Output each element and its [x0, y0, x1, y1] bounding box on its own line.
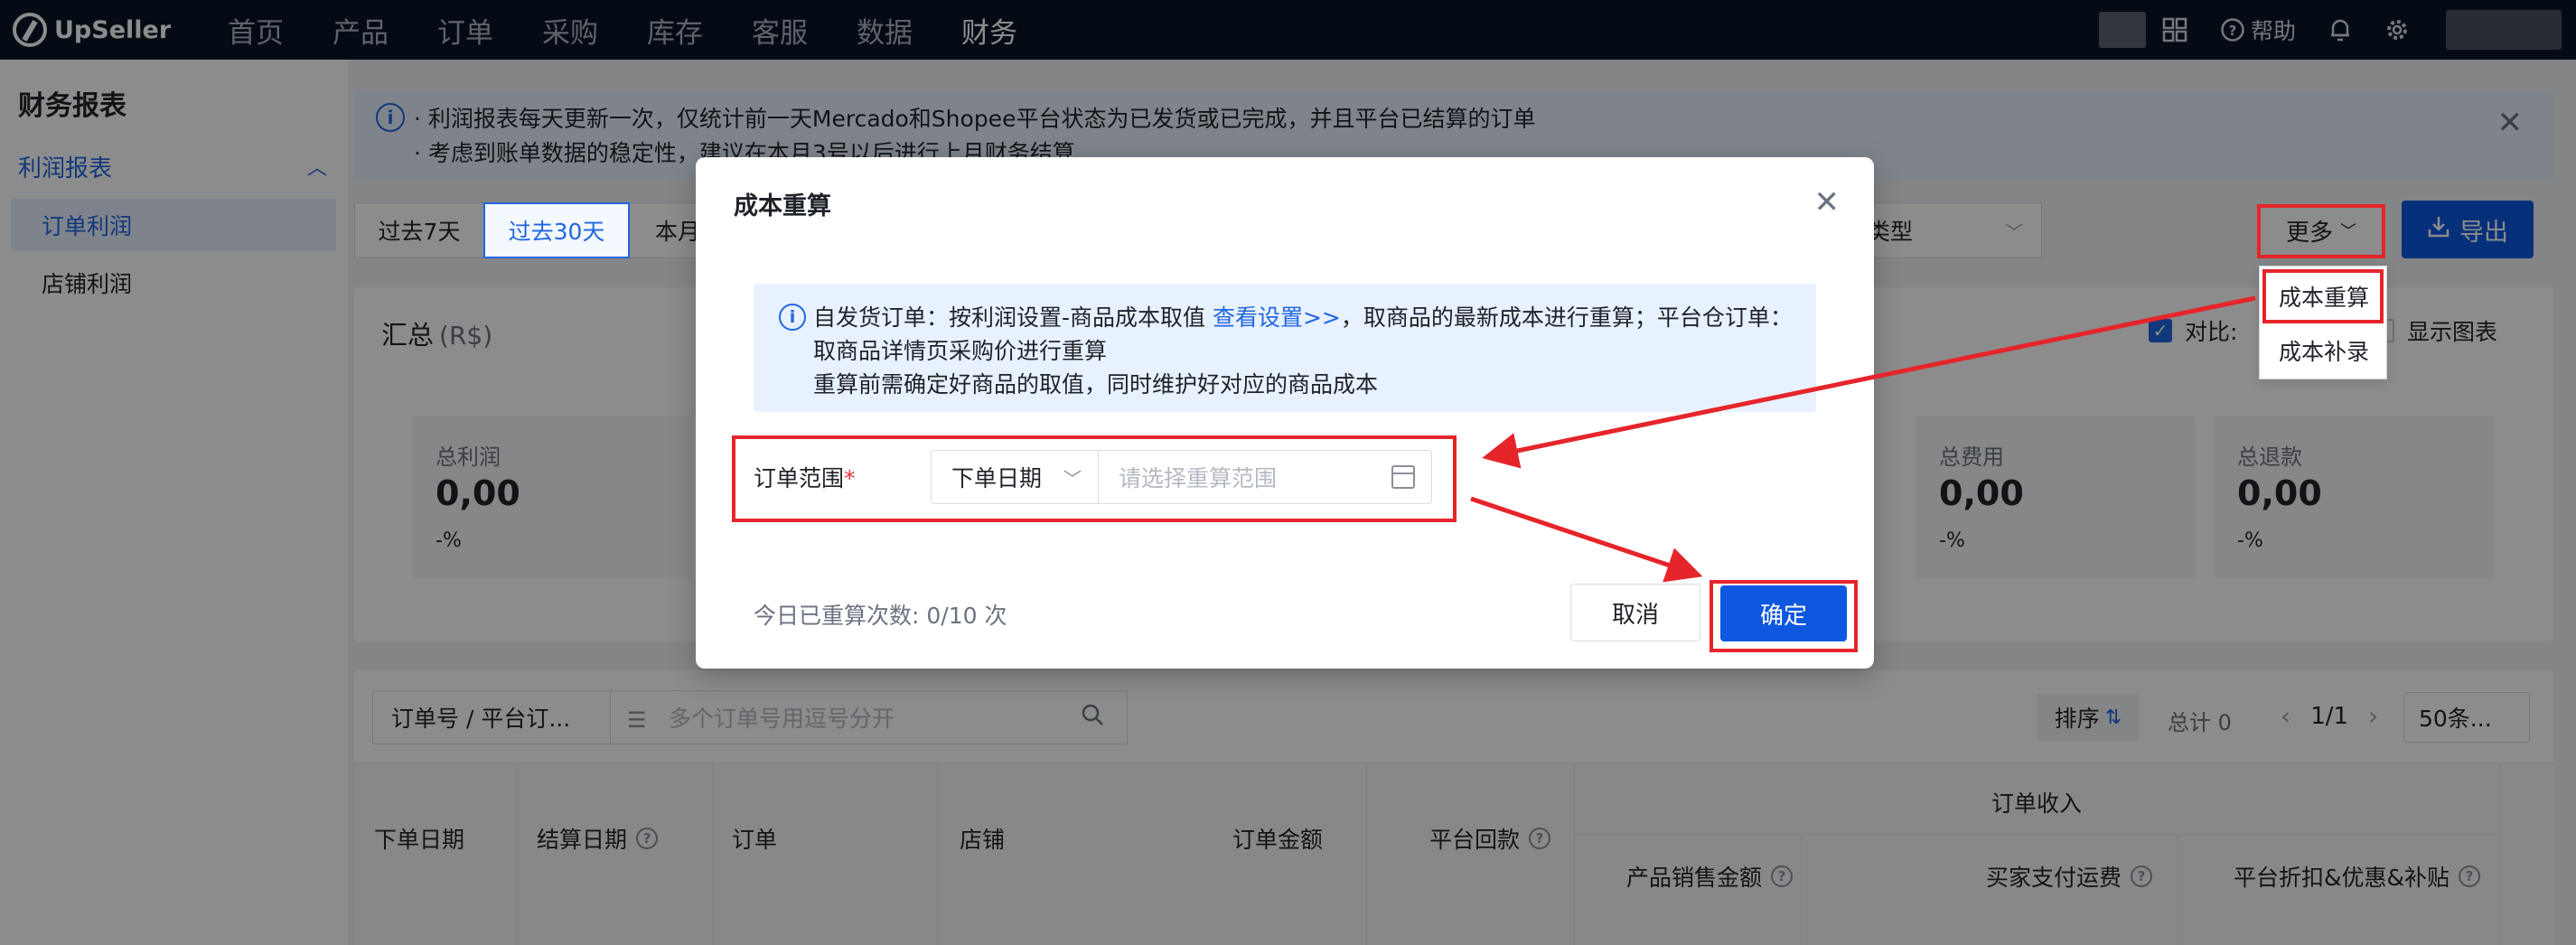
annotation-arrow-to-range: [1482, 295, 2256, 469]
date-option-30days[interactable]: 过去30天: [483, 202, 630, 258]
annotation-arrows: [1470, 295, 2256, 583]
annotation-arrow-to-confirm: [1470, 496, 1703, 583]
